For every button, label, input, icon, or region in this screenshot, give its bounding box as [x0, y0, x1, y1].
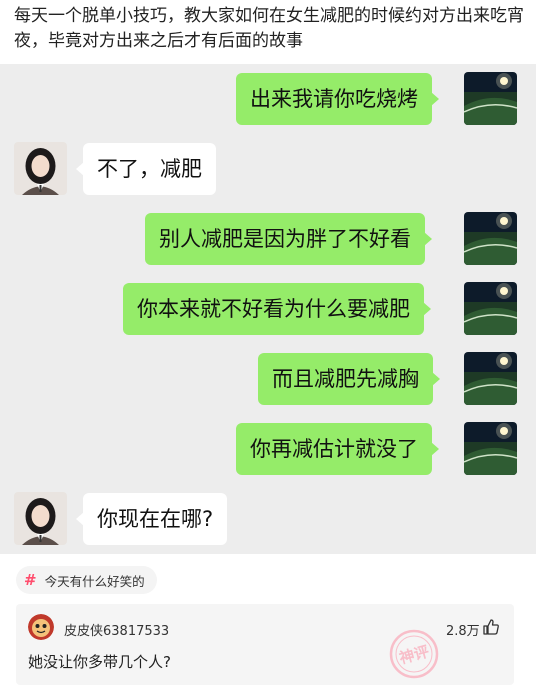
top-comment: 皮皮侠63817533 2.8万 她没让你多带几个人? 神评	[16, 604, 514, 685]
svg-text:神评: 神评	[397, 642, 431, 667]
sender-avatar	[464, 72, 517, 125]
commenter-avatar[interactable]	[28, 614, 54, 640]
sender-avatar	[464, 212, 517, 265]
message-bubble: 你现在在哪?	[75, 493, 228, 545]
message-row: 别人减肥是因为胖了不好看	[0, 212, 536, 266]
topic-tag[interactable]: # 今天有什么好笑的	[16, 566, 157, 594]
chat-screenshot: 出来我请你吃烧烤 不了，减肥 别人减肥是因为胖了不好看 你本来就不好看为什么要减…	[0, 64, 536, 554]
hash-icon: #	[24, 571, 37, 589]
god-comment-stamp: 神评	[389, 629, 439, 679]
topic-label: 今天有什么好笑的	[44, 573, 145, 589]
sender-avatar	[464, 422, 517, 475]
like-count: 2.8万	[446, 624, 480, 639]
message-bubble: 你本来就不好看为什么要减肥	[123, 283, 431, 335]
post-caption: 每天一个脱单小技巧，教大家如何在女生减肥的时候约对方出来吃宵夜，毕竟对方出来之后…	[14, 6, 524, 51]
sender-avatar	[464, 352, 517, 405]
message-bubble: 出来我请你吃烧烤	[236, 73, 439, 125]
comment-text: 她没让你多带几个人?	[28, 653, 171, 671]
message-row: 出来我请你吃烧烤	[0, 72, 536, 126]
message-bubble: 你再减估计就没了	[236, 423, 439, 475]
contact-avatar	[14, 142, 67, 195]
contact-avatar	[14, 492, 67, 545]
message-row: 而且减肥先减胸	[0, 352, 536, 406]
message-bubble: 而且减肥先减胸	[258, 353, 440, 405]
message-bubble: 别人减肥是因为胖了不好看	[145, 213, 432, 265]
message-bubble: 不了，减肥	[76, 143, 216, 195]
message-row: 你再减估计就没了	[0, 422, 536, 476]
commenter-username[interactable]: 皮皮侠63817533	[64, 620, 169, 639]
thumbs-up-icon[interactable]	[482, 618, 500, 636]
message-row: 你本来就不好看为什么要减肥	[0, 282, 536, 336]
message-row: 你现在在哪?	[0, 492, 536, 546]
message-row: 不了，减肥	[0, 142, 536, 196]
sender-avatar	[464, 282, 517, 335]
